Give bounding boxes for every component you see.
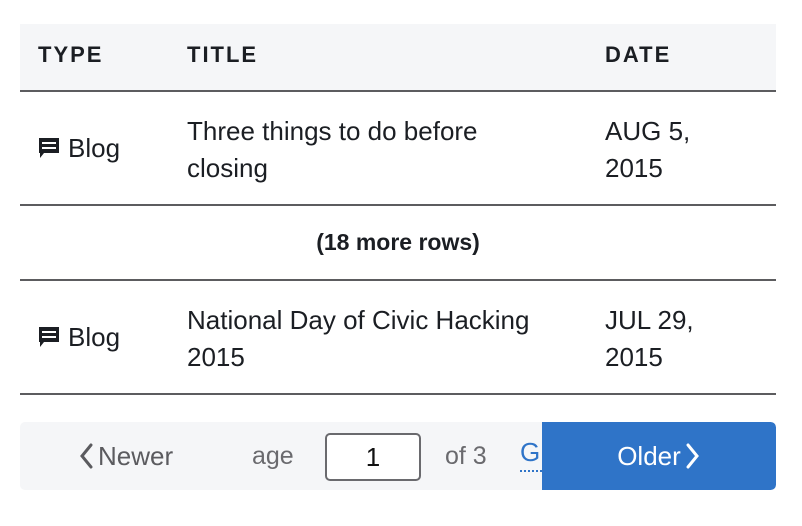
column-header-date[interactable]: DATE — [605, 24, 671, 90]
chevron-left-icon — [80, 443, 93, 469]
date-cell: AUG 5, 2015 — [605, 116, 691, 183]
title-cell[interactable]: Three things to do before closing — [187, 113, 557, 187]
total-pages-label: of 3 — [445, 442, 487, 470]
newer-label: Newer — [98, 441, 174, 471]
pagination-bar: Newer age of 3 G Older — [20, 422, 776, 490]
newer-button[interactable]: Newer — [78, 422, 173, 490]
chevron-right-icon — [686, 443, 699, 469]
results-table: TYPE TITLE DATE Blog Three things to do … — [20, 24, 776, 395]
type-cell: Blog — [38, 130, 120, 167]
column-header-title[interactable]: TITLE — [187, 24, 258, 90]
title-cell[interactable]: National Day of Civic Hacking 2015 — [187, 302, 557, 376]
date-cell: JUL 29, 2015 — [605, 305, 694, 372]
type-cell: Blog — [38, 319, 120, 356]
table-row: Blog National Day of Civic Hacking 2015 … — [20, 281, 776, 395]
table-row: Blog Three things to do before closing A… — [20, 92, 776, 206]
older-label: Older — [617, 440, 681, 471]
page-label: age — [252, 442, 294, 470]
page-number-input[interactable] — [325, 433, 421, 481]
older-button[interactable]: Older — [542, 422, 776, 490]
type-label: Blog — [68, 133, 121, 163]
column-header-type[interactable]: TYPE — [38, 24, 103, 90]
comment-icon — [38, 136, 60, 162]
comment-icon — [38, 325, 60, 351]
type-label: Blog — [68, 322, 121, 352]
table-header: TYPE TITLE DATE — [20, 24, 776, 92]
more-rows-indicator: (18 more rows) — [20, 206, 776, 281]
